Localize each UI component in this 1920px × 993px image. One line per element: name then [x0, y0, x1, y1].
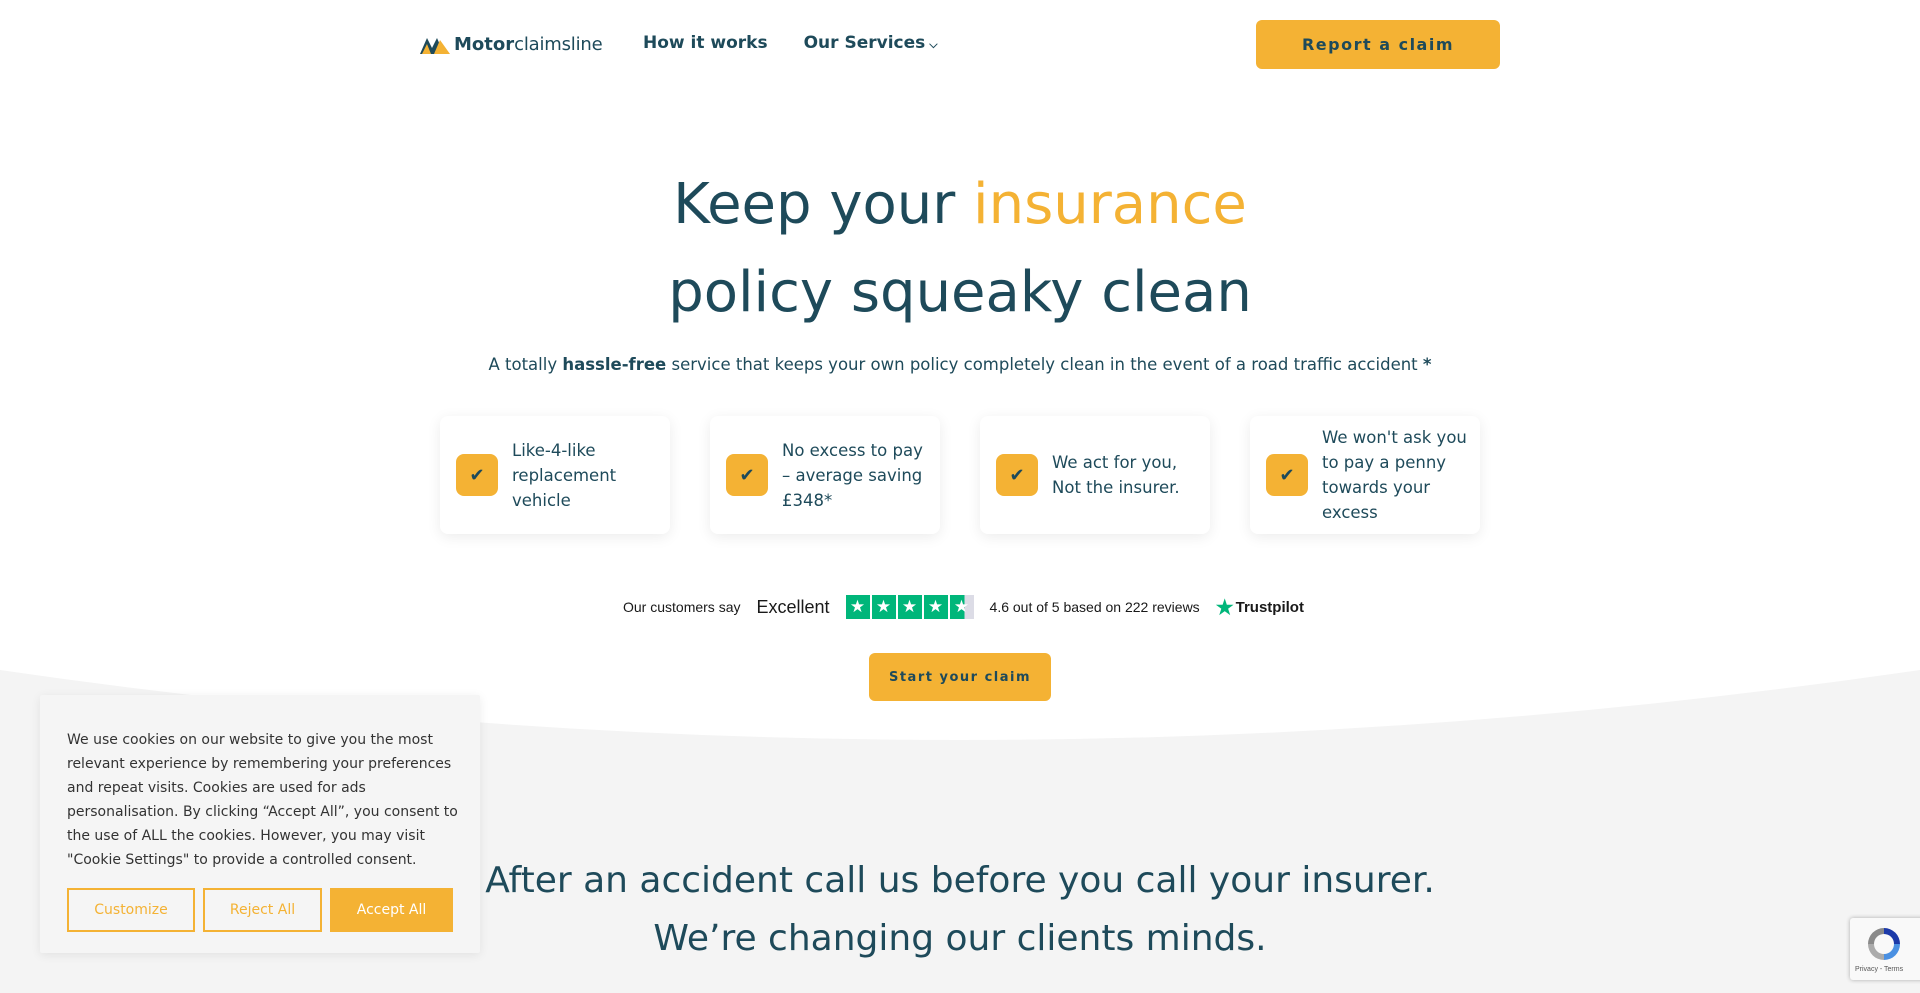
trustpilot-logo: ★ Trustpilot	[1216, 595, 1304, 620]
start-claim-button[interactable]: Start your claim	[869, 653, 1051, 701]
cookie-reject-button[interactable]: Reject All	[203, 888, 322, 932]
nav-how-it-works-label: How it works	[643, 33, 768, 53]
main-nav: How it works Our Services ⌵	[643, 33, 938, 53]
recaptcha-icon	[1868, 928, 1900, 960]
subtitle-footnote-star: *	[1422, 355, 1432, 374]
star-icon: ★	[897, 595, 922, 619]
trustpilot-stars: ★ ★ ★ ★ ★	[845, 595, 974, 619]
hero-title-accent: insurance	[973, 172, 1247, 237]
subtitle-bold: hassle-free	[562, 355, 667, 374]
hero-title-prefix: Keep your	[673, 172, 974, 237]
star-icon: ★	[845, 595, 870, 619]
feature-card: ✔ Like-4-like replacement vehicle	[440, 416, 670, 534]
check-icon: ✔	[1266, 454, 1308, 496]
logo-text-bold: Motor	[454, 33, 515, 55]
check-icon: ✔	[726, 454, 768, 496]
subtitle-pre: A totally	[488, 355, 563, 374]
check-icon: ✔	[456, 454, 498, 496]
logo-text-light: claimsline	[514, 33, 603, 55]
report-claim-button[interactable]: Report a claim	[1256, 20, 1500, 69]
check-icon: ✔	[996, 454, 1038, 496]
trustpilot-customers-say: Our customers say	[623, 599, 741, 615]
feature-text: We won't ask you to pay a penny towards …	[1322, 428, 1467, 522]
star-icon: ★	[871, 595, 896, 619]
cookie-banner: We use cookies on our website to give yo…	[40, 695, 480, 953]
logo[interactable]: Motor claimsline	[420, 32, 603, 56]
site-header: Motor claimsline How it works Our Servic…	[0, 0, 1920, 88]
nav-how-it-works[interactable]: How it works	[643, 33, 768, 53]
feature-card: ✔ No excess to pay – average saving £348…	[710, 416, 940, 534]
cookie-accept-button[interactable]: Accept All	[330, 888, 453, 932]
hero-title-line2: policy squeaky clean	[668, 260, 1252, 325]
trustpilot-brand: Trustpilot	[1235, 598, 1304, 616]
trustpilot-star-icon: ★	[1215, 596, 1234, 619]
chevron-down-icon: ⌵	[929, 37, 938, 51]
feature-text: We act for you, Not the insurer.	[1052, 453, 1180, 497]
cookie-text: We use cookies on our website to give yo…	[67, 732, 458, 868]
nav-our-services[interactable]: Our Services ⌵	[804, 33, 938, 53]
feature-text: No excess to pay – average saving £348*	[782, 440, 923, 510]
hero-subtitle: A totally hassle-free service that keeps…	[0, 355, 1920, 374]
logo-mark-icon	[420, 38, 450, 54]
star-icon: ★	[923, 595, 948, 619]
hero-title-line1: Keep your insurance	[0, 172, 1920, 237]
feature-card: ✔ We act for you, Not the insurer.	[980, 416, 1210, 534]
trustpilot-rating-word: Excellent	[756, 596, 830, 617]
recaptcha-badge[interactable]: Privacy - Terms	[1850, 918, 1920, 980]
half-star-icon: ★	[949, 595, 974, 619]
feature-text: Like-4-like replacement vehicle	[512, 440, 617, 510]
feature-card: ✔ We won't ask you to pay a penny toward…	[1250, 416, 1480, 534]
nav-our-services-label: Our Services	[803, 33, 926, 53]
subtitle-post: service that keeps your own policy compl…	[666, 355, 1423, 374]
trustpilot-widget[interactable]: Our customers say Excellent ★ ★ ★ ★ ★ 4.…	[623, 594, 1304, 620]
cookie-customize-button[interactable]: Customize	[67, 888, 195, 932]
trustpilot-score: 4.6 out of 5 based on 222 reviews	[989, 599, 1200, 615]
recaptcha-links[interactable]: Privacy - Terms	[1855, 966, 1903, 973]
